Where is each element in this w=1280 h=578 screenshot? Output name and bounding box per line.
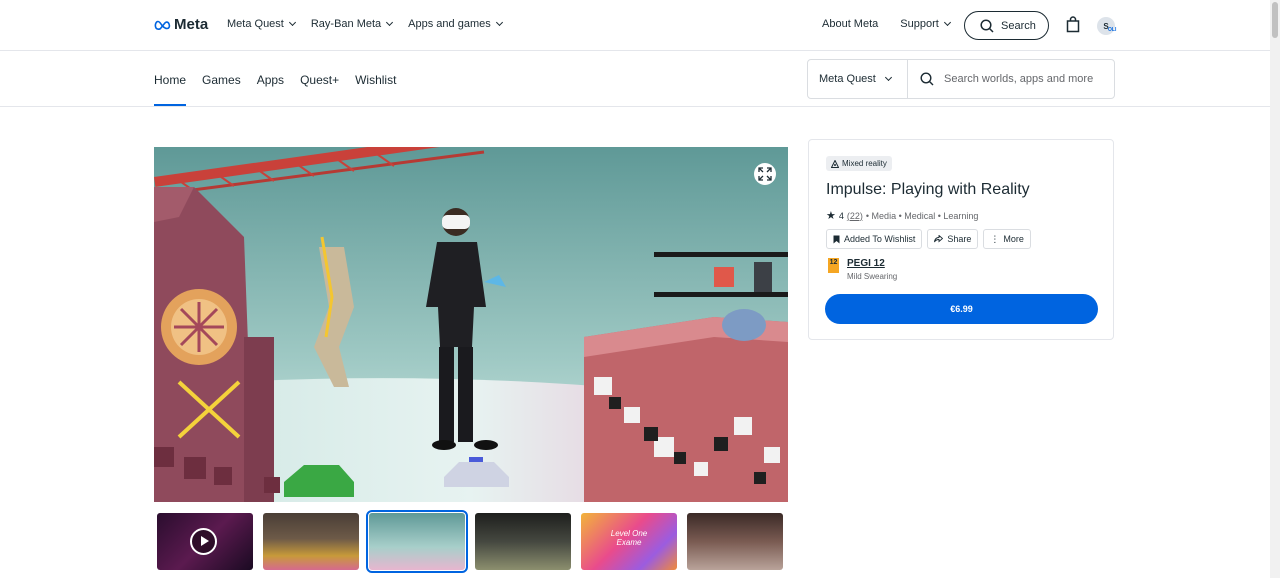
pegi-label-link[interactable]: PEGI 12: [847, 258, 897, 269]
tab-games[interactable]: Games: [202, 73, 241, 106]
search-icon: [920, 72, 934, 86]
brand-name: Meta: [174, 16, 209, 33]
secondary-nav: About Meta Support: [822, 18, 951, 30]
tab-wishlist[interactable]: Wishlist: [355, 73, 396, 106]
hero-scene-image: [154, 147, 788, 502]
chevron-down-icon: [495, 18, 503, 27]
pegi-info: PEGI 12 Mild Swearing: [847, 258, 897, 281]
share-button[interactable]: Share: [927, 229, 979, 249]
hero-screenshot[interactable]: [154, 147, 788, 502]
thumbnail-image[interactable]: [475, 513, 571, 570]
mixed-reality-badge: Mixed reality: [826, 156, 892, 171]
nav-support[interactable]: Support: [900, 18, 951, 30]
wishlist-button[interactable]: Added To Wishlist: [826, 229, 923, 249]
thumbnail-image[interactable]: [687, 513, 783, 570]
nav-about-label: About Meta: [822, 18, 879, 30]
pegi-rating-icon: 12: [828, 258, 839, 273]
nav-ray-ban-meta[interactable]: Ray-Ban Meta: [310, 18, 394, 30]
age-rating: 12 PEGI 12 Mild Swearing: [828, 258, 897, 281]
chevron-down-icon: [943, 18, 951, 27]
nav-apps-and-games[interactable]: Apps and games: [408, 18, 503, 30]
nav-meta-quest-label: Meta Quest: [227, 18, 284, 30]
tab-apps[interactable]: Apps: [257, 73, 284, 106]
share-icon: [934, 235, 944, 243]
nav-meta-quest[interactable]: Meta Quest: [227, 18, 296, 30]
product-categories: • Media • Medical • Learning: [865, 210, 979, 221]
thumbnail-image[interactable]: Level One Exame: [581, 513, 677, 570]
pegi-description: Mild Swearing: [847, 272, 898, 281]
user-avatar[interactable]: S OLI: [1097, 17, 1117, 35]
store-search-bar: Meta Quest Search worlds, apps and more: [807, 59, 1115, 99]
media-thumbnails: Level One Exame: [157, 510, 783, 573]
product-title: Impulse: Playing with Reality: [826, 181, 1030, 198]
platform-selected: Meta Quest: [819, 73, 876, 85]
platform-dropdown[interactable]: Meta Quest: [808, 60, 908, 98]
search-placeholder: Search worlds, apps and more: [944, 73, 1094, 85]
tab-home[interactable]: Home: [154, 73, 187, 106]
wishlist-label: Added To Wishlist: [844, 234, 916, 244]
primary-nav: Meta Quest Ray-Ban Meta Apps and games: [227, 18, 503, 30]
global-header: Meta Meta Quest Ray-Ban Meta Apps and ga…: [0, 0, 1280, 51]
mixed-reality-icon: [831, 159, 839, 168]
buy-button[interactable]: €6.99: [825, 294, 1098, 324]
rating-count-link[interactable]: (22): [847, 211, 863, 221]
chevron-down-icon: [288, 18, 296, 27]
tab-quest-plus[interactable]: Quest+: [300, 73, 339, 106]
nav-apps-and-games-label: Apps and games: [408, 18, 491, 30]
expand-button[interactable]: [754, 163, 776, 185]
store-search-input[interactable]: Search worlds, apps and more: [908, 72, 1093, 86]
play-icon: [190, 528, 217, 555]
thumbnail-image-selected[interactable]: [366, 510, 468, 573]
avatar-badge: OLI: [1108, 27, 1117, 33]
more-button[interactable]: ⋮ More: [983, 229, 1031, 249]
expand-icon: [758, 167, 772, 181]
thumbnail-image[interactable]: [263, 513, 359, 570]
rating-value: 4: [838, 210, 844, 221]
search-label: Search: [1001, 19, 1036, 32]
more-vertical-icon: ⋮: [990, 233, 1000, 244]
nav-about-meta[interactable]: About Meta: [822, 18, 878, 30]
thumbnail-caption: Level One Exame: [610, 529, 648, 547]
search-icon: [980, 18, 994, 33]
bookmark-icon: [833, 235, 840, 243]
meta-infinity-icon: [154, 20, 171, 30]
chevron-down-icon: [884, 73, 892, 82]
share-label: Share: [947, 234, 972, 244]
meta-logo[interactable]: Meta: [154, 16, 208, 33]
store-nav: Home Games Apps Quest+ Wishlist Meta Que…: [0, 51, 1280, 107]
product-meta: ★ 4 (22) • Media • Medical • Learning: [826, 209, 978, 222]
thumbnail-video[interactable]: [157, 513, 253, 570]
pegi-number: 12: [829, 259, 838, 266]
nav-support-label: Support: [900, 18, 939, 30]
badge-label: Mixed reality: [842, 159, 887, 168]
nav-ray-ban-meta-label: Ray-Ban Meta: [310, 18, 382, 30]
store-tabs: Home Games Apps Quest+ Wishlist: [154, 73, 396, 106]
product-card: Mixed reality Impulse: Playing with Real…: [808, 139, 1114, 340]
scrollbar-thumb[interactable]: [1272, 2, 1278, 38]
global-search-button[interactable]: Search: [964, 11, 1049, 40]
page-scrollbar[interactable]: [1270, 0, 1280, 578]
chevron-down-icon: [386, 18, 394, 27]
star-icon: ★: [826, 210, 836, 222]
shopping-bag-icon[interactable]: [1066, 16, 1080, 33]
more-label: More: [1003, 234, 1024, 244]
product-actions: Added To Wishlist Share ⋮ More: [826, 229, 1031, 249]
